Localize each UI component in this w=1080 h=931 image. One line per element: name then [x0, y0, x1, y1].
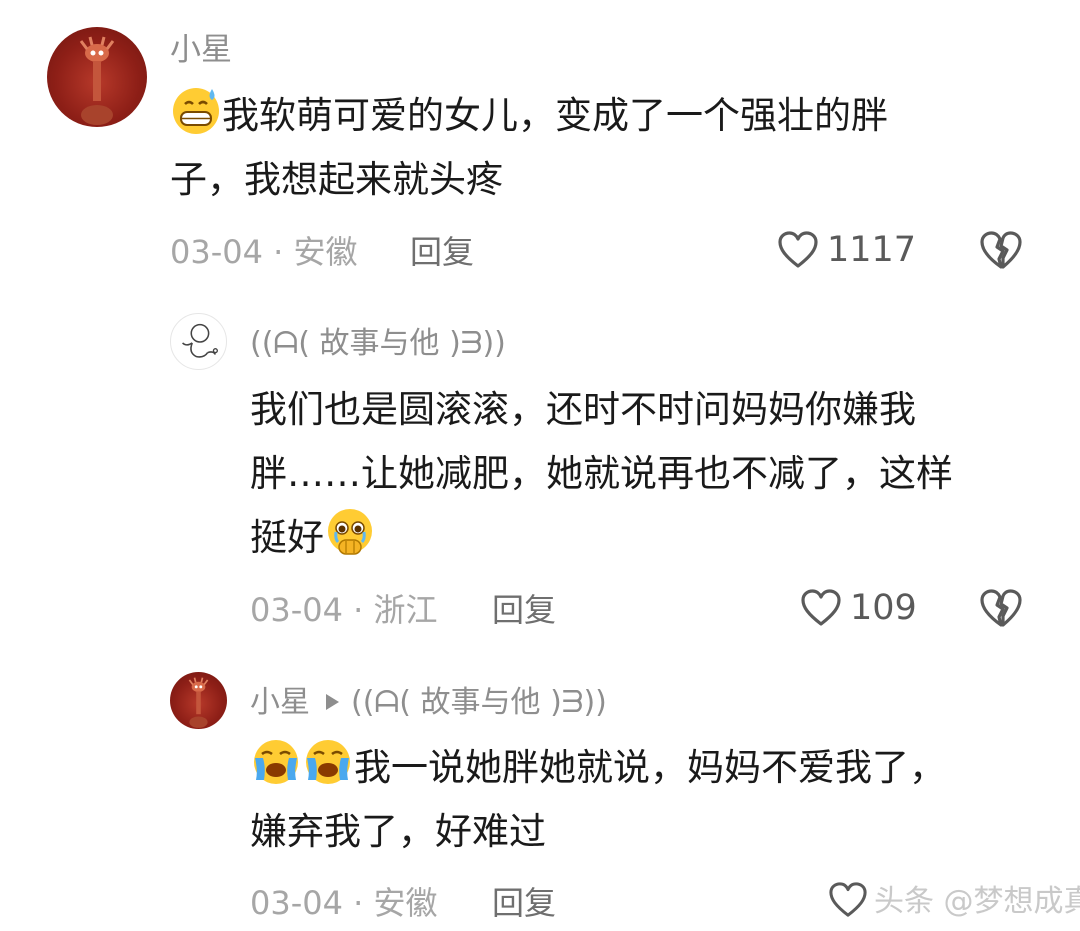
like-button[interactable]: 1117	[777, 230, 916, 270]
comment-username[interactable]: ((ᗩ( 故事与他 )ᗱ))	[250, 324, 506, 364]
comment-location: 安徽	[293, 233, 358, 271]
reply-button[interactable]: 回复	[410, 232, 474, 272]
loudly-crying-emoji	[250, 736, 302, 788]
heart-icon	[778, 231, 818, 268]
comment-meta: 03-04 · 安徽	[170, 233, 358, 271]
heart-icon	[829, 882, 867, 917]
comment-meta: 03-04 · 安徽	[250, 884, 438, 922]
avatar[interactable]	[170, 313, 227, 370]
dislike-button[interactable]	[978, 587, 1024, 629]
comment-username[interactable]: 小星	[170, 30, 232, 70]
reply-button[interactable]: 回复	[492, 590, 556, 630]
comment-username[interactable]: 小星	[250, 685, 310, 720]
broken-heart-icon	[980, 231, 1022, 269]
comment-text: 我一说她胖她就说，妈妈不爱我了， 嫌弃我了，好难过	[250, 736, 1050, 864]
comment-date: 03-04	[250, 591, 343, 629]
comment-location: 安徽	[373, 884, 438, 922]
dislike-button[interactable]	[978, 229, 1024, 271]
comment-text-line: 挺好	[250, 516, 324, 559]
like-count: 109	[850, 588, 917, 628]
watermark: 头条 @梦想成真	[818, 872, 1080, 931]
reply-arrow-icon	[326, 694, 339, 710]
holding-back-tears-emoji	[324, 506, 376, 558]
comment-text-line: 胖……让她减肥，她就说再也不减了，这样	[250, 452, 953, 495]
comment-text-line: 我一说她胖她就说，妈妈不爱我了，	[354, 746, 946, 789]
reply-button[interactable]: 回复	[492, 883, 556, 923]
heart-icon	[801, 589, 841, 626]
comment-location: 浙江	[373, 591, 438, 629]
watermark-text: 头条 @梦想成真	[874, 884, 1080, 919]
reply-to-username[interactable]: ((ᗩ( 故事与他 )ᗱ))	[351, 685, 607, 720]
comment-text: 我们也是圆滚滚，还时不时问妈妈你嫌我 胖……让她减肥，她就说再也不减了，这样 挺…	[250, 378, 1050, 570]
avatar[interactable]	[47, 27, 147, 127]
comment-text-line: 嫌弃我了，好难过	[250, 810, 546, 853]
comment-text-line: 我们也是圆滚滚，还时不时问妈妈你嫌我	[250, 388, 916, 431]
comment-text-line: 子，我想起来就头疼	[170, 158, 503, 201]
grinning-sweat-emoji	[170, 84, 222, 136]
comment-text-line: 我软萌可爱的女儿，变成了一个强壮的胖	[222, 94, 888, 137]
comment-username-row: 小星 ((ᗩ( 故事与他 )ᗱ))	[250, 683, 607, 723]
avatar[interactable]	[170, 672, 227, 729]
like-count: 1117	[827, 230, 917, 270]
comment-date: 03-04	[250, 884, 343, 922]
loudly-crying-emoji	[302, 736, 354, 788]
comment-text: 我软萌可爱的女儿，变成了一个强壮的胖 子，我想起来就头疼	[170, 84, 1030, 212]
broken-heart-icon	[980, 589, 1022, 627]
comment-date: 03-04	[170, 233, 263, 271]
comment-meta: 03-04 · 浙江	[250, 591, 438, 629]
like-button[interactable]: 109	[800, 588, 917, 628]
